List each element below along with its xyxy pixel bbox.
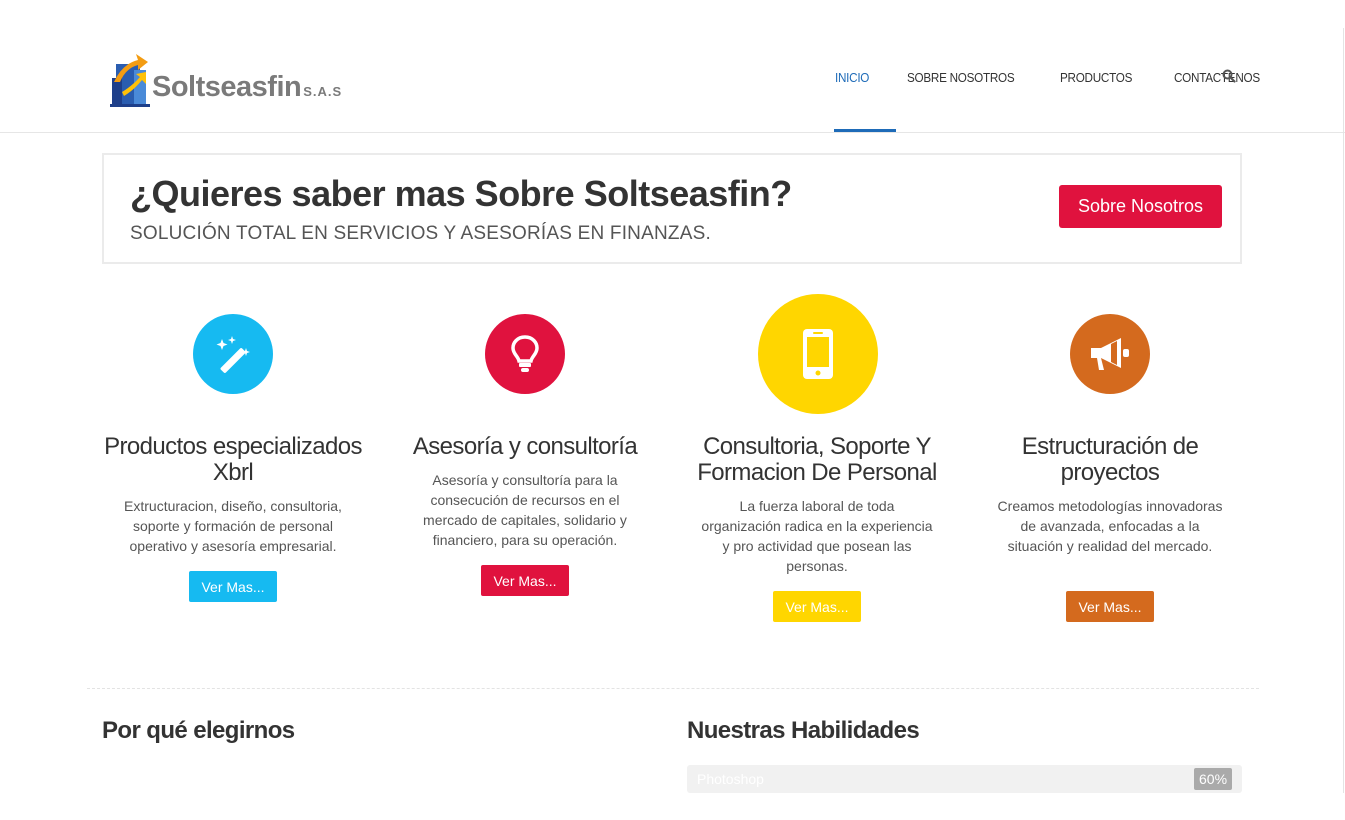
feature-text: Asesoría y consultoría para la consecuci… <box>423 472 627 548</box>
skill-bar: Photoshop 60% <box>687 765 1242 793</box>
feature-text: Extructuracion, diseño, consultoria, sop… <box>124 498 342 554</box>
feature-asesoria: Asesoría y consultoría Asesoría y consul… <box>394 290 656 610</box>
logo-text: Soltseasfin <box>152 71 302 103</box>
logo-building-icon <box>108 50 152 108</box>
page-border <box>1343 28 1344 793</box>
feature-title: Consultoria, Soporte Y Formacion De Pers… <box>697 433 937 486</box>
feature-title: Estructuración de proyectos <box>1021 433 1199 486</box>
logo-suffix: S.A.S <box>303 84 343 99</box>
magic-wand-icon <box>193 314 273 394</box>
nav-item-inicio[interactable]: INICIO <box>835 70 869 85</box>
feature-productos: Productos especializados Xbrl Extructura… <box>102 290 364 610</box>
active-nav-indicator <box>834 129 896 132</box>
mobile-phone-icon <box>758 294 878 414</box>
skill-percent-badge: 60% <box>1194 768 1233 790</box>
nav-item-contactenos[interactable]: CONTACTENOS <box>1174 70 1260 85</box>
skill-name: Photoshop <box>697 771 764 787</box>
ver-mas-button[interactable]: Ver Mas... <box>481 565 569 596</box>
cta-subtitle: SOLUCIÓN TOTAL EN SERVICIOS Y ASESORÍAS … <box>130 223 711 244</box>
feature-estructuracion: Estructuración de proyectos Creamos meto… <box>979 290 1241 630</box>
section-divider <box>87 688 1259 689</box>
nav-item-productos[interactable]: PRODUCTOS <box>1060 70 1132 85</box>
ver-mas-button[interactable]: Ver Mas... <box>773 591 861 622</box>
logo[interactable]: Soltseasfin S.A.S <box>108 50 342 108</box>
site-header: Soltseasfin S.A.S INICIO SOBRE NOSOTROS … <box>0 0 1345 133</box>
feature-title: Productos especializados Xbrl <box>104 433 362 486</box>
search-icon[interactable] <box>1222 69 1238 85</box>
megaphone-icon <box>1070 314 1150 394</box>
feature-title: Asesoría y consultoría <box>412 433 638 460</box>
sobre-nosotros-button[interactable]: Sobre Nosotros <box>1059 185 1222 228</box>
call-to-action-box: ¿Quieres saber mas Sobre Soltseasfin? SO… <box>102 153 1242 264</box>
why-us-title: Por qué elegirnos <box>102 717 295 744</box>
skills-title: Nuestras Habilidades <box>687 717 920 744</box>
lightbulb-icon <box>485 314 565 394</box>
ver-mas-button[interactable]: Ver Mas... <box>189 571 277 602</box>
feature-text: La fuerza laboral de toda organización r… <box>701 498 933 574</box>
ver-mas-button[interactable]: Ver Mas... <box>1066 591 1154 622</box>
feature-consultoria: Consultoria, Soporte Y Formacion De Pers… <box>686 290 948 630</box>
feature-text: Creamos metodologías innovadoras de avan… <box>997 498 1223 554</box>
cta-title: ¿Quieres saber mas Sobre Soltseasfin? <box>130 173 792 214</box>
nav-item-sobre-nosotros[interactable]: SOBRE NOSOTROS <box>907 70 1015 85</box>
